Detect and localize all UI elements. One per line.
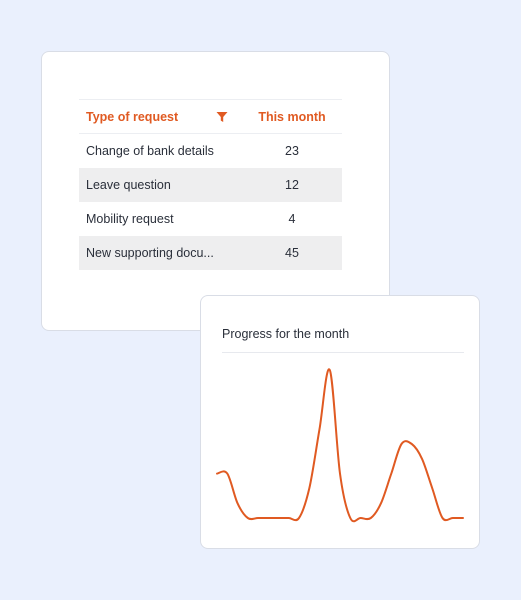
request-type-cell: Leave question [86,178,171,192]
request-count-cell: 23 [285,144,299,158]
request-count-cell: 12 [285,178,299,192]
table-row[interactable]: Mobility request 4 [79,202,342,236]
type-of-request-header: Type of request [86,109,179,124]
request-type-cell: Mobility request [86,212,174,226]
progress-card: Progress for the month [200,295,480,549]
page: Type of request This month Change of ban… [0,0,521,600]
request-count-cell: 4 [288,212,296,226]
progress-chart [216,368,464,523]
this-month-header[interactable]: This month [242,110,342,124]
table-header: Type of request This month [79,99,342,134]
type-column-header[interactable]: Type of request [79,110,242,124]
chart-divider [222,352,464,353]
filter-icon[interactable] [216,111,228,123]
table-row[interactable]: Change of bank details 23 [79,134,342,168]
table-row[interactable]: Leave question 12 [79,168,342,202]
request-type-cell: New supporting docu... [86,246,214,260]
requests-card: Type of request This month Change of ban… [41,51,390,331]
progress-series-line [216,368,464,523]
request-count-cell: 45 [285,246,299,260]
chart-title: Progress for the month [222,327,350,341]
table-row[interactable]: New supporting docu... 45 [79,236,342,270]
requests-table: Type of request This month Change of ban… [79,99,342,270]
request-type-cell: Change of bank details [86,144,214,158]
